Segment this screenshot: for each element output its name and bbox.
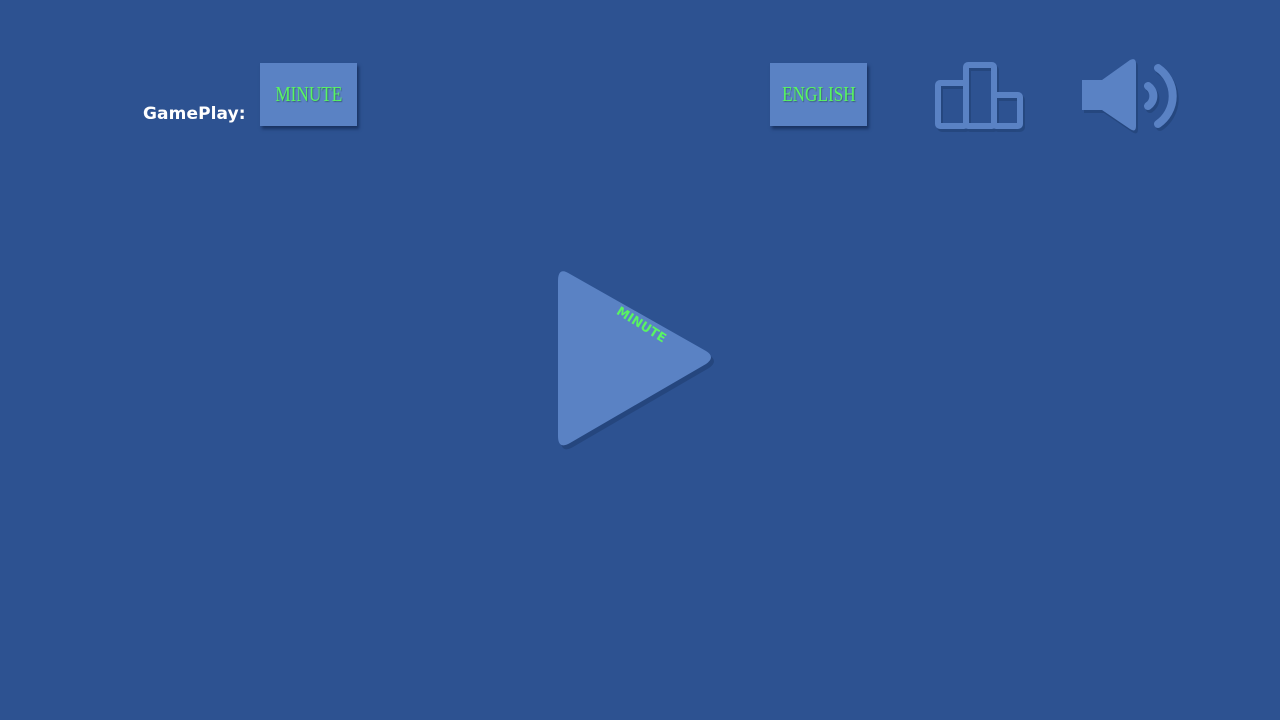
gameplay-mode-button[interactable]: MINUTE (260, 63, 357, 126)
language-button[interactable]: ENGLISH (770, 63, 867, 126)
language-label: ENGLISH (781, 82, 856, 106)
play-triangle-icon[interactable] (548, 254, 728, 460)
speaker-volume-icon[interactable] (1078, 56, 1182, 138)
podium-icon[interactable] (932, 58, 1026, 136)
game-menu-screen: GamePlay: MINUTE ENGLISH MINUTE (0, 0, 1280, 720)
gameplay-label: GamePlay: (143, 104, 246, 124)
gameplay-mode-label: MINUTE (275, 82, 342, 106)
